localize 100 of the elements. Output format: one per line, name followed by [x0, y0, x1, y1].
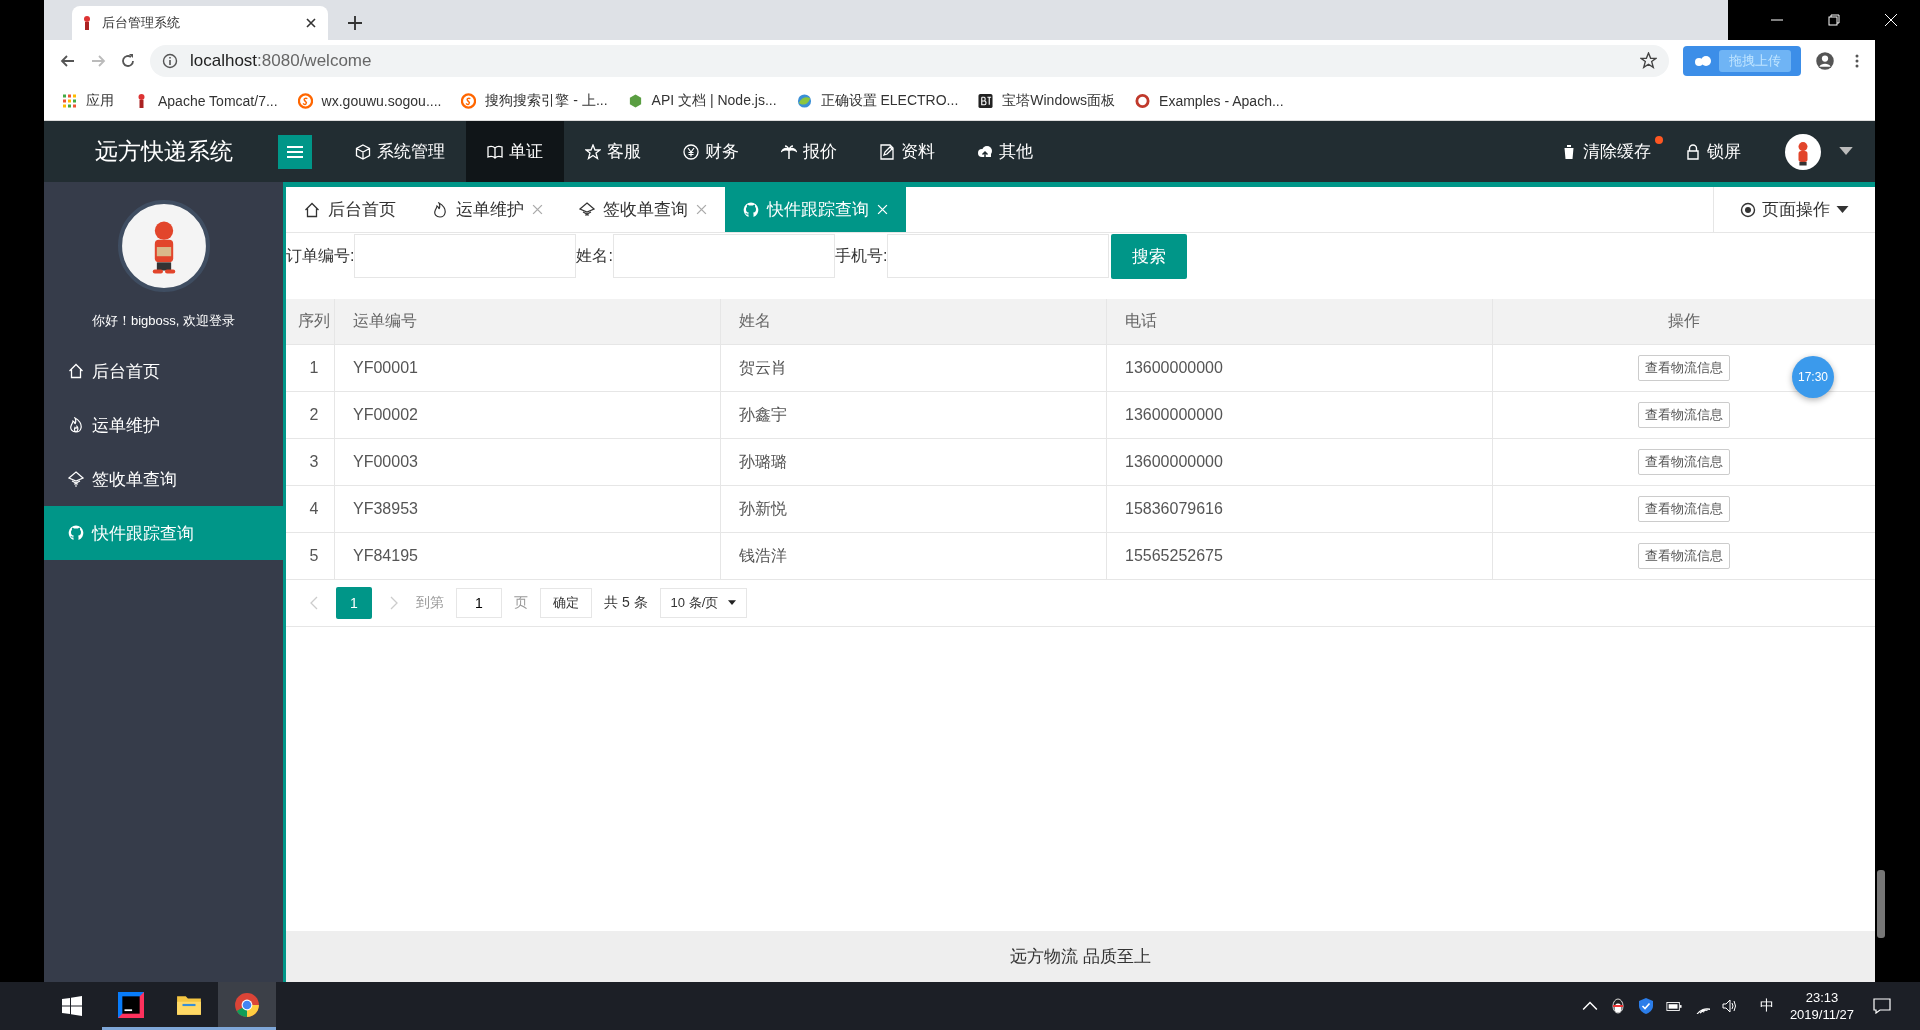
speaker-icon[interactable]: [1721, 998, 1738, 1014]
url-host: localhost: [190, 50, 258, 71]
scrollbar-thumb[interactable]: [1877, 870, 1885, 938]
ring-icon: [1135, 92, 1151, 109]
browser-tab[interactable]: 后台管理系统: [72, 6, 328, 40]
field-label: 手机号:: [834, 245, 888, 266]
reload-icon[interactable]: [120, 52, 136, 69]
notification-icon[interactable]: [1872, 998, 1892, 1014]
bookmark[interactable]: 搜狗搜索引擎 - 上...: [461, 91, 608, 110]
search-button[interactable]: 搜索: [1111, 233, 1188, 279]
table-cell: 3: [286, 439, 335, 485]
input-method-indicator[interactable]: 中: [1759, 997, 1774, 1015]
palm-icon: [781, 143, 797, 160]
bookmark[interactable]: Apache Tomcat/7...: [134, 92, 278, 109]
avatar-icon[interactable]: [1785, 133, 1821, 170]
account-icon[interactable]: [1815, 50, 1835, 71]
column-header: 操作: [1667, 311, 1701, 331]
page-tab[interactable]: 后台首页: [286, 187, 414, 232]
caret-icon: [728, 600, 737, 606]
lock-icon: [1685, 143, 1701, 160]
caret-icon[interactable]: [1839, 147, 1853, 156]
flame-icon: [68, 417, 84, 433]
confirm-button[interactable]: 确定: [540, 588, 592, 618]
field-label: 订单编号:: [286, 245, 355, 266]
table-cell: YF00001: [335, 345, 721, 391]
footer-text: 远方物流 品质至上: [286, 931, 1875, 982]
column-header: 序列: [286, 299, 335, 344]
page-tab[interactable]: 签收单查询: [561, 187, 725, 232]
bookmark[interactable]: wx.gouwu.sogou....: [297, 92, 442, 109]
sidebar-item[interactable]: 后台首页: [44, 344, 283, 398]
bookmark[interactable]: 宝塔Windows面板: [978, 91, 1116, 110]
bookmark-star-icon[interactable]: [1640, 52, 1657, 69]
search-field[interactable]: [887, 234, 1110, 278]
table-cell: 孙璐璐: [721, 439, 1107, 485]
field-label: 姓名:: [576, 245, 613, 266]
cat-icon: [68, 525, 84, 541]
page-size-select[interactable]: 10 条/页: [659, 588, 748, 618]
view-logistics-button[interactable]: 查看物流信息: [1638, 543, 1730, 569]
url-path: :8080/welcome: [257, 50, 373, 71]
clear-cache-button[interactable]: 清除缓存: [1561, 140, 1651, 163]
bookmark[interactable]: API 文档 | Node.js...: [627, 91, 777, 110]
bookmark[interactable]: 应用: [62, 91, 114, 110]
diamond-icon: [68, 471, 84, 487]
table-cell: YF84195: [335, 533, 721, 579]
page-number-button[interactable]: 1: [336, 587, 372, 619]
page-tab[interactable]: 运单维护: [414, 187, 561, 232]
back-icon[interactable]: [60, 52, 76, 69]
caret-icon: [1836, 205, 1849, 214]
ide-icon: [118, 991, 144, 1018]
nav-item[interactable]: 资料: [858, 121, 956, 182]
new-tab-icon[interactable]: [348, 16, 362, 30]
home-icon: [68, 363, 84, 379]
table-cell: YF00002: [335, 392, 721, 438]
greeting-text: 你好！bigboss, 欢迎登录: [91, 312, 235, 330]
lock-screen-button[interactable]: 锁屏: [1685, 140, 1741, 163]
sidebar-item[interactable]: 快件跟踪查询: [44, 506, 283, 560]
page-input[interactable]: 1: [456, 588, 502, 618]
info-icon: [162, 52, 178, 69]
nav-item[interactable]: 系统管理: [334, 121, 466, 182]
close-icon[interactable]: [306, 18, 316, 28]
table-cell: YF00003: [335, 439, 721, 485]
star-icon: [585, 143, 601, 160]
figure-icon: [82, 15, 92, 31]
nav-item[interactable]: 单证: [466, 121, 564, 182]
view-logistics-button[interactable]: 查看物流信息: [1638, 449, 1730, 475]
taskbar-app[interactable]: [218, 982, 276, 1030]
bookmark[interactable]: Examples - Apach...: [1135, 92, 1284, 109]
table-cell: 13600000000: [1107, 345, 1493, 391]
yen-icon: [683, 143, 699, 160]
search-field[interactable]: [354, 234, 577, 278]
search-field[interactable]: [612, 234, 835, 278]
view-logistics-button[interactable]: 查看物流信息: [1638, 496, 1730, 522]
nav-item[interactable]: 财务: [662, 121, 760, 182]
restore-icon[interactable]: [1828, 14, 1840, 26]
view-logistics-button[interactable]: 查看物流信息: [1638, 355, 1730, 381]
bookmark[interactable]: 正确设置 ELECTRO...: [796, 91, 959, 110]
nav-item[interactable]: 其他: [956, 121, 1054, 182]
shield-icon[interactable]: [1637, 998, 1654, 1014]
penguin-icon[interactable]: [1609, 998, 1626, 1014]
cube-icon: [355, 143, 371, 160]
avatar-icon: [117, 200, 210, 292]
nav-item[interactable]: 客服: [564, 121, 662, 182]
table-cell: YF38953: [335, 486, 721, 532]
sidebar-item[interactable]: 签收单查询: [44, 452, 283, 506]
table-cell: 13600000000: [1107, 392, 1493, 438]
nav-item[interactable]: 报价: [760, 121, 858, 182]
doc-icon: [879, 143, 895, 160]
view-logistics-button[interactable]: 查看物流信息: [1638, 402, 1730, 428]
diamond-icon: [579, 201, 595, 218]
clock[interactable]: 23:13 2019/11/27: [1789, 989, 1854, 1023]
sidebar-item[interactable]: 运单维护: [44, 398, 283, 452]
radio-dot-icon: [1740, 201, 1756, 218]
menu-button[interactable]: [278, 134, 312, 169]
table-cell: 贺云肖: [721, 345, 1107, 391]
page-tab[interactable]: 快件跟踪查询: [725, 187, 906, 232]
windows-logo-icon[interactable]: [62, 996, 82, 1016]
page-unit-label: 页: [514, 594, 528, 612]
address-bar[interactable]: localhost:8080/welcome: [150, 44, 1669, 77]
table-cell: 5: [286, 533, 335, 579]
table-cell: 4: [286, 486, 335, 532]
